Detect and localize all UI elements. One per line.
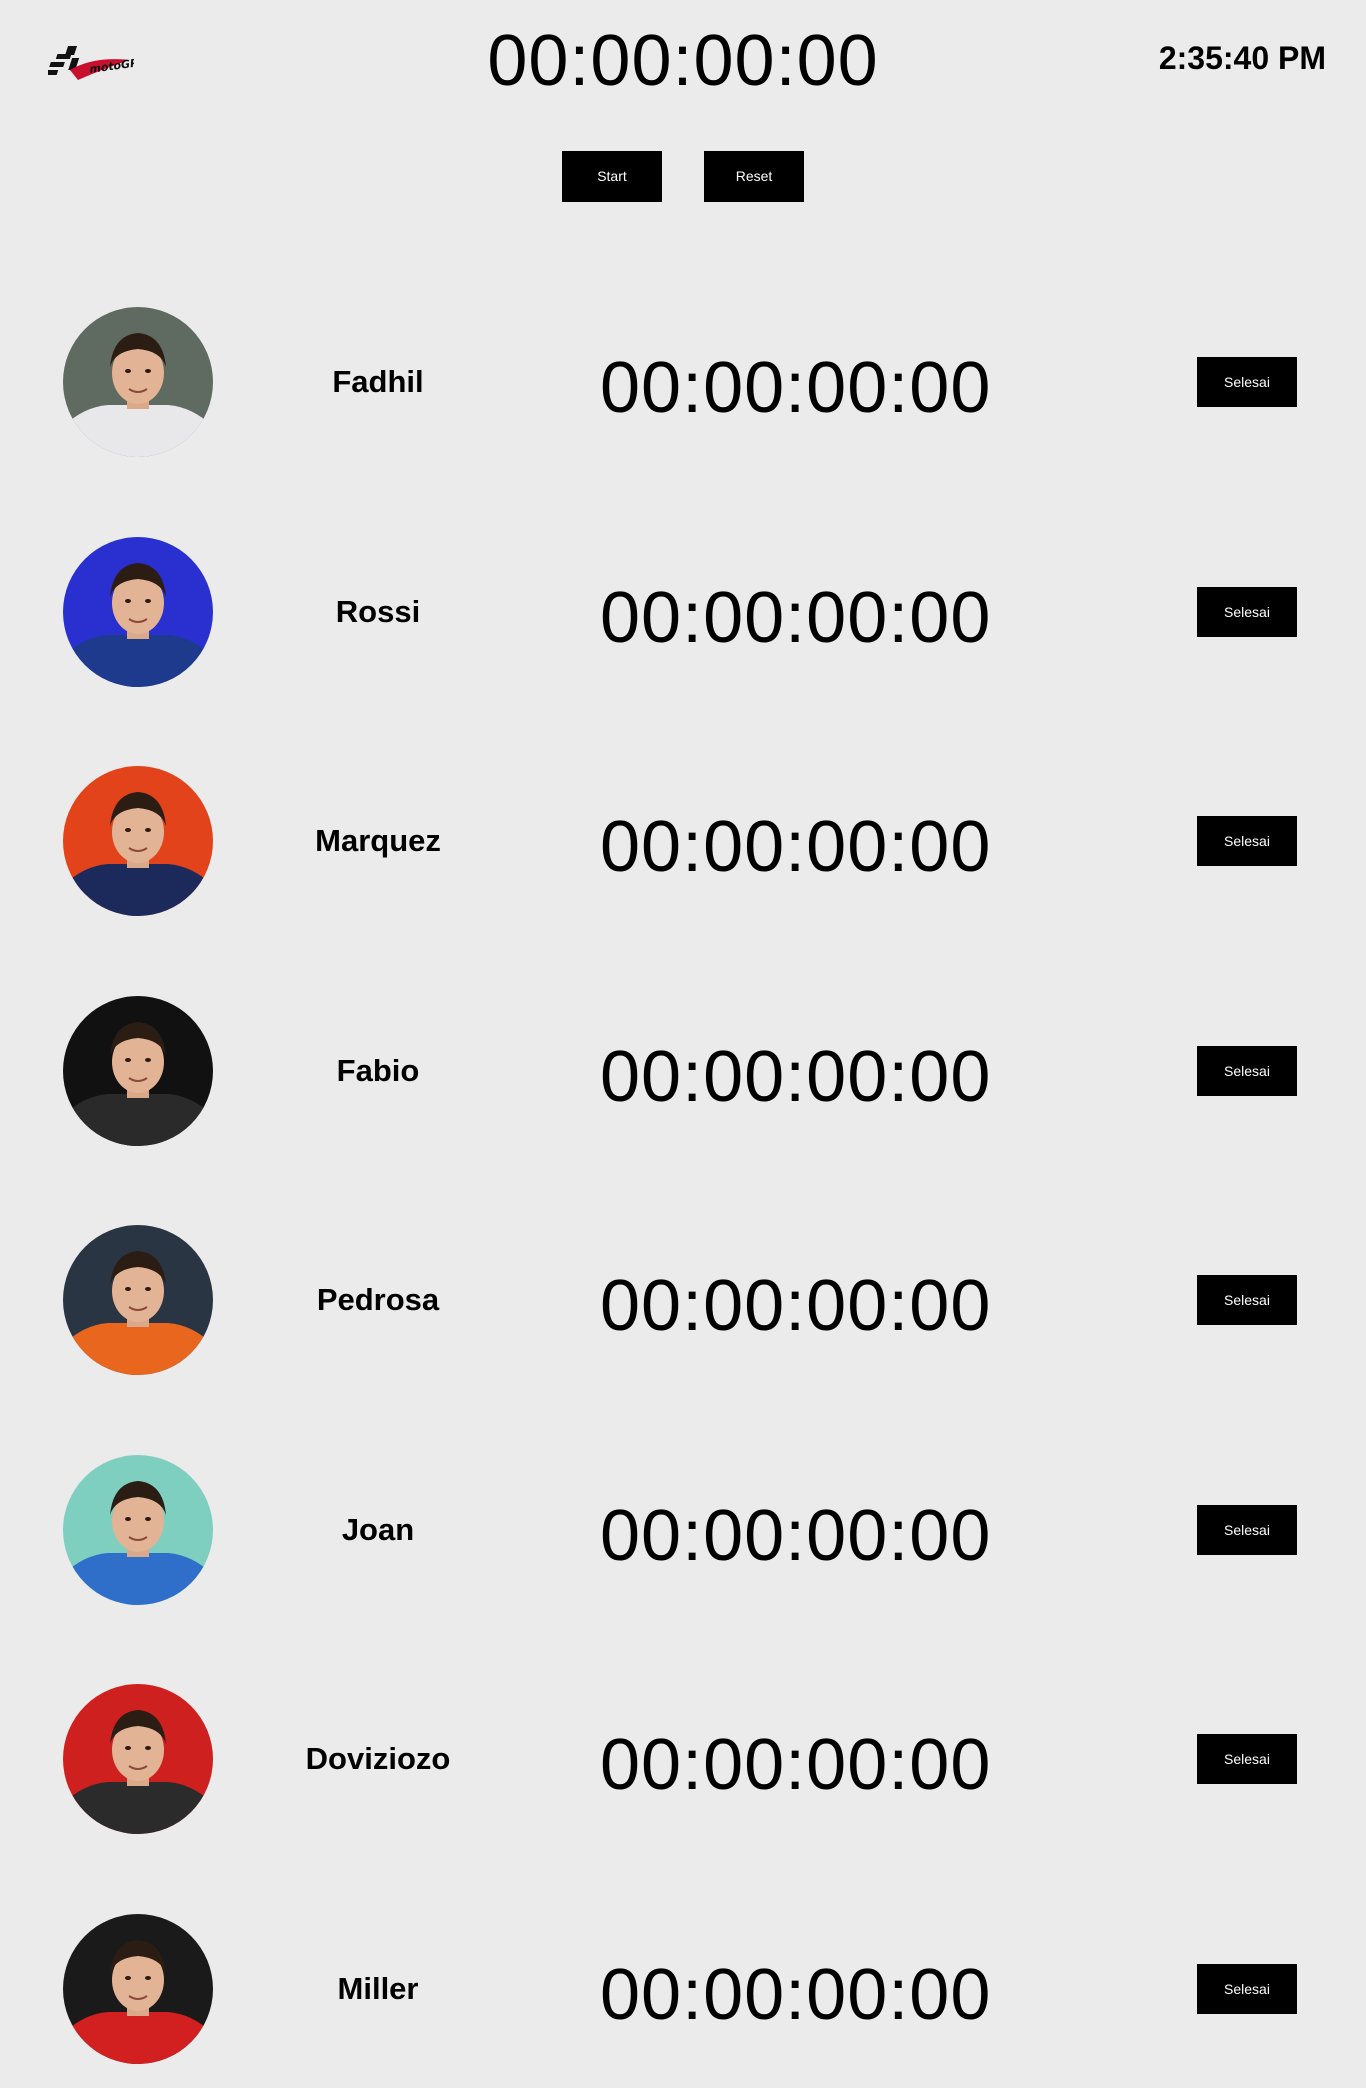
rider-avatar: [63, 1454, 213, 1605]
header: motoGP 00:00:00:00 2:35:40 PM: [0, 0, 1366, 110]
rider-name: Fabio: [336, 1052, 420, 1088]
finish-button[interactable]: Selesai: [1197, 1504, 1297, 1555]
rider-list: Fadhil 00:00:00:00 Selesai Rossi 00:00:00:00…: [0, 297, 1366, 2088]
rider-row: Fabio 00:00:00:00 Selesai: [0, 986, 1366, 1216]
rider-timer: 00:00:00:00: [600, 577, 992, 658]
finish-button[interactable]: Selesai: [1197, 816, 1297, 866]
finish-button[interactable]: Selesai: [1197, 1963, 1297, 2014]
rider-avatar: [63, 766, 213, 916]
rider-name: Fadhil: [332, 364, 424, 399]
finish-button[interactable]: Selesai: [1197, 586, 1297, 637]
rider-timer: 00:00:00:00: [600, 1495, 992, 1576]
rider-name: Rossi: [335, 593, 421, 629]
rider-timer: 00:00:00:00: [600, 1036, 992, 1117]
rider-avatar: [63, 307, 213, 457]
rider-row: Fadhil 00:00:00:00 Selesai: [0, 297, 1366, 527]
rider-timer: 00:00:00:00: [600, 1266, 992, 1346]
rider-avatar: [63, 536, 213, 687]
rider-name: Pedrosa: [316, 1282, 440, 1317]
stopwatch-page: motoGP 00:00:00:00 2:35:40 PM Start Rese…: [0, 0, 1366, 2088]
rider-timer: 00:00:00:00: [600, 1954, 992, 2035]
rider-avatar: [63, 995, 213, 1146]
rider-row: Miller 00:00:00:00 Selesai: [0, 1904, 1366, 2088]
rider-row: Rossi 00:00:00:00 Selesai: [0, 527, 1366, 757]
rider-timer: 00:00:00:00: [600, 1725, 992, 1805]
rider-row: Pedrosa 00:00:00:00 Selesai: [0, 1215, 1366, 1445]
finish-button[interactable]: Selesai: [1197, 357, 1297, 407]
rider-avatar: [63, 1684, 213, 1834]
rider-name: Marquez: [315, 823, 441, 858]
current-time: 2:35:40 PM: [1158, 40, 1326, 76]
rider-name: Joan: [341, 1511, 415, 1547]
rider-name: Doviziozo: [305, 1741, 451, 1776]
rider-avatar: [63, 1913, 213, 2064]
rider-row: Doviziozo 00:00:00:00 Selesai: [0, 1674, 1366, 1904]
start-button[interactable]: Start: [562, 151, 662, 202]
finish-button[interactable]: Selesai: [1197, 1275, 1297, 1325]
timer-controls: Start Reset: [0, 151, 1366, 202]
rider-timer: 00:00:00:00: [600, 348, 992, 428]
rider-row: Joan 00:00:00:00 Selesai: [0, 1445, 1366, 1675]
finish-button[interactable]: Selesai: [1197, 1734, 1297, 1784]
rider-timer: 00:00:00:00: [600, 807, 992, 887]
finish-button[interactable]: Selesai: [1197, 1045, 1297, 1096]
rider-name: Miller: [337, 1970, 419, 2006]
reset-button[interactable]: Reset: [704, 151, 804, 202]
rider-row: Marquez 00:00:00:00 Selesai: [0, 756, 1366, 986]
rider-avatar: [63, 1225, 213, 1375]
